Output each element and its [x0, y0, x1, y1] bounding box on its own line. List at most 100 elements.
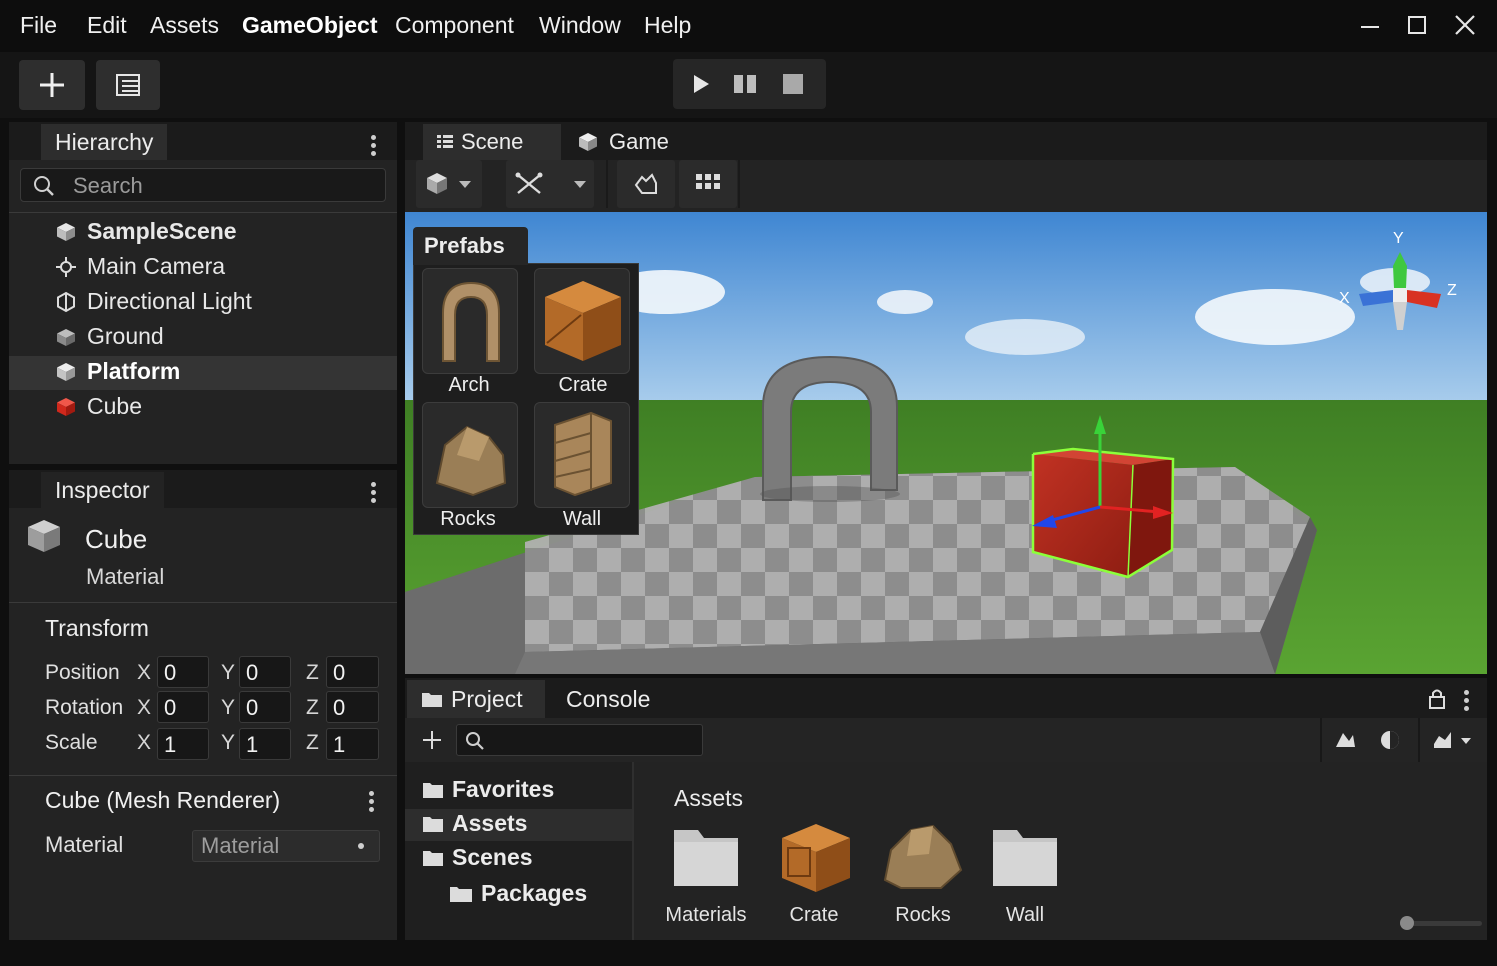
hierarchy-item-label: Directional Light: [87, 288, 252, 314]
light-icon: [57, 291, 75, 312]
menu-file[interactable]: File: [20, 12, 57, 39]
plus-icon[interactable]: [421, 729, 443, 751]
menu-gameobject[interactable]: GameObject: [242, 12, 378, 39]
assets-heading: Assets: [674, 785, 744, 811]
prefab-wall-label: Wall: [562, 508, 602, 530]
menu-window[interactable]: Window: [539, 12, 621, 39]
hierarchy-item-label: SampleScene: [87, 218, 237, 244]
folder-label: Assets: [452, 810, 528, 836]
asset-rocks[interactable]: [881, 820, 963, 895]
hierarchy-item-samplescene[interactable]: SampleScene: [55, 218, 237, 245]
hierarchy-menu-icon[interactable]: [371, 135, 377, 159]
position-x-field[interactable]: 0: [157, 656, 209, 688]
transform-title: Transform: [45, 615, 149, 641]
tab-scene[interactable]: Scene: [423, 124, 561, 160]
axis-x-label: X: [137, 696, 152, 719]
object-picker-icon[interactable]: [358, 843, 364, 849]
tab-inspector[interactable]: Inspector: [41, 472, 164, 508]
icon-size-slider[interactable]: [1400, 916, 1482, 930]
folder-packages[interactable]: Packages: [449, 880, 587, 907]
menu-component[interactable]: Component: [395, 12, 514, 39]
divider: [9, 212, 397, 213]
position-z-field[interactable]: 0: [326, 656, 379, 688]
tab-game[interactable]: Game: [563, 124, 683, 160]
folder-scenes[interactable]: Scenes: [422, 844, 533, 871]
axis-y-label: Y: [221, 696, 236, 719]
position-y-field[interactable]: 0: [239, 656, 291, 688]
filter-label-icon[interactable]: [1379, 729, 1401, 751]
material-field-value: Material: [201, 833, 280, 858]
folder-favorites[interactable]: Favorites: [422, 776, 554, 803]
hierarchy-item-label: Cube: [87, 393, 142, 419]
hierarchy-item-directional-light[interactable]: Directional Light: [55, 288, 252, 315]
material-label: Material: [45, 832, 124, 857]
tab-game-label: Game: [609, 129, 669, 154]
hierarchy-item-ground[interactable]: Ground: [55, 323, 164, 350]
folder-icon: [423, 850, 443, 866]
folder-icon: [674, 830, 738, 886]
axis-y-label: Y: [221, 661, 236, 684]
layout-button[interactable]: [96, 60, 160, 110]
menu-assets[interactable]: Assets: [150, 12, 219, 39]
draw-mode-dropdown[interactable]: [416, 160, 482, 208]
scale-y-field[interactable]: 1: [239, 728, 291, 760]
tab-project[interactable]: Project: [407, 680, 545, 718]
prefab-crate[interactable]: [534, 268, 630, 374]
move-tool-icon: [515, 172, 586, 194]
gizmo-tool-dropdown[interactable]: [506, 160, 594, 208]
visibility-dropdown-icon[interactable]: [1431, 728, 1475, 752]
tab-console[interactable]: Console: [552, 680, 664, 718]
project-menu-icon[interactable]: [1464, 690, 1470, 714]
rotation-z-field[interactable]: 0: [326, 691, 379, 723]
cube-icon: [579, 133, 597, 151]
scale-label: Scale: [45, 731, 98, 754]
inspector-menu-icon[interactable]: [371, 482, 377, 506]
grid-snap-button[interactable]: [679, 160, 737, 208]
plus-icon: [40, 73, 64, 97]
crate-icon: [545, 281, 621, 361]
menu-edit[interactable]: Edit: [87, 12, 127, 39]
hierarchy-item-main-camera[interactable]: Main Camera: [55, 253, 225, 280]
orientation-gizmo[interactable]: Y X Z: [1335, 230, 1465, 350]
hand-tool-button[interactable]: [617, 160, 675, 208]
tab-hierarchy[interactable]: Hierarchy: [41, 124, 168, 160]
rotation-x-field[interactable]: 0: [157, 691, 209, 723]
mesh-renderer-menu-icon[interactable]: [369, 791, 375, 815]
pause-icon[interactable]: [733, 72, 759, 101]
stop-icon[interactable]: [781, 72, 805, 101]
menu-help[interactable]: Help: [644, 12, 691, 39]
add-button[interactable]: [19, 60, 85, 110]
hierarchy-search[interactable]: Search: [20, 168, 386, 202]
tab-scene-label: Scene: [461, 129, 524, 154]
maximize-icon[interactable]: [1402, 10, 1432, 40]
material-field[interactable]: Material: [192, 830, 380, 862]
camera-icon: [56, 256, 76, 277]
rocks-icon: [883, 824, 963, 889]
project-search-input[interactable]: [456, 724, 703, 756]
folder-icon: [423, 782, 443, 798]
slider-handle[interactable]: [1400, 916, 1414, 930]
prefab-wall[interactable]: [534, 402, 630, 508]
asset-crate-label: Crate: [789, 904, 839, 926]
folder-assets[interactable]: Assets: [422, 810, 527, 837]
close-icon[interactable]: [1450, 10, 1480, 40]
scale-z-field[interactable]: 1: [326, 728, 379, 760]
play-icon[interactable]: [689, 72, 713, 101]
filter-type-icon[interactable]: [1333, 729, 1357, 751]
gizmo-z-label: Z: [1447, 282, 1457, 299]
asset-wall[interactable]: [991, 826, 1059, 893]
hierarchy-item-platform[interactable]: Platform: [55, 358, 180, 385]
prefab-rocks[interactable]: [422, 402, 518, 508]
folder-icon: [993, 830, 1057, 886]
prefab-arch[interactable]: [422, 268, 518, 374]
asset-crate[interactable]: [780, 822, 852, 899]
rotation-y-field[interactable]: 0: [239, 691, 291, 723]
axis-gizmo-icon: [1359, 252, 1441, 330]
asset-rocks-label: Rocks: [895, 904, 951, 926]
hierarchy-item-cube[interactable]: Cube: [55, 393, 142, 420]
scale-x-field[interactable]: 1: [157, 728, 209, 760]
minimize-icon[interactable]: [1355, 10, 1385, 40]
divider: [9, 602, 397, 603]
asset-materials[interactable]: [672, 826, 740, 893]
lock-icon[interactable]: [1427, 688, 1447, 710]
